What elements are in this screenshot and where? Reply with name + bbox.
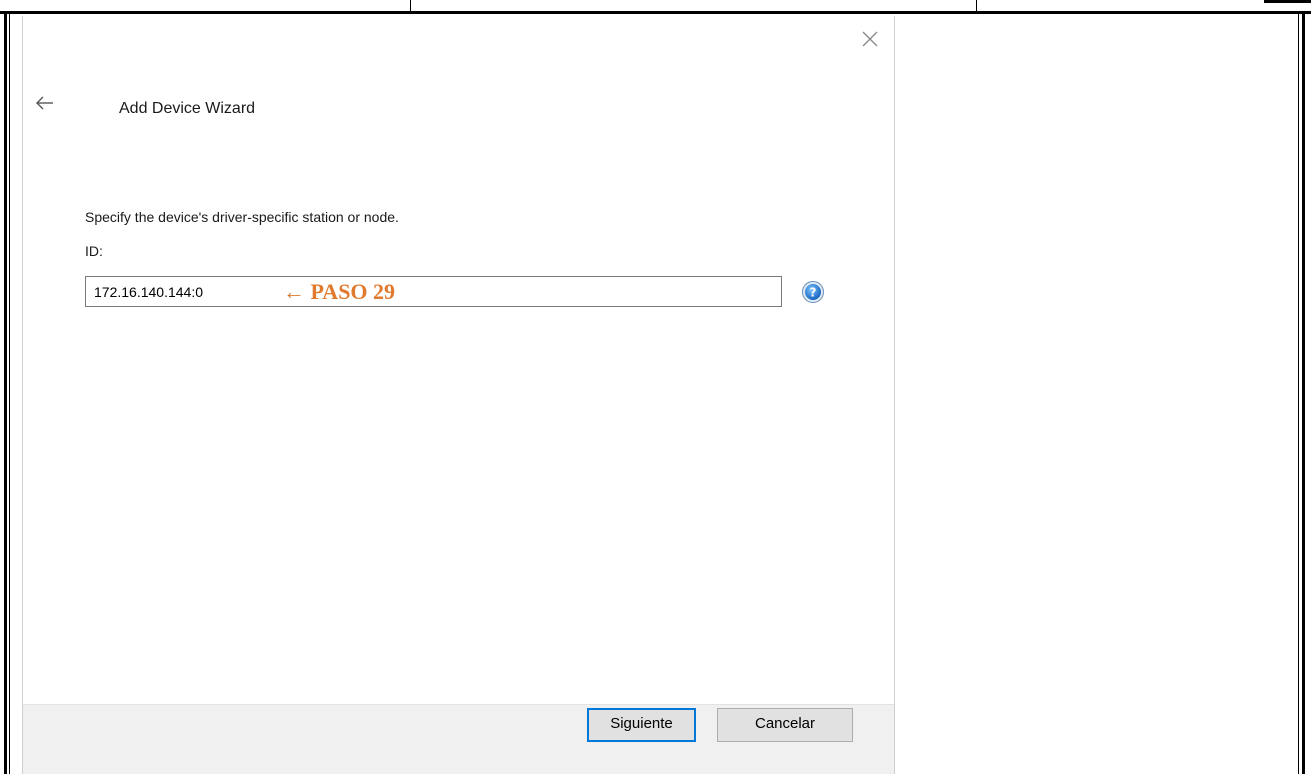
close-icon[interactable] [860,30,880,50]
step-annotation: ← PASO 29 [283,279,396,304]
table-left-inner-border [9,14,10,774]
table-cell-divider [976,0,977,11]
svg-text:?: ? [810,286,817,300]
document-frame: Add Device Wizard Specify the device's d… [0,0,1311,774]
help-glyph: ? [802,281,824,303]
back-arrow-icon[interactable] [35,94,59,114]
back-arrow-glyph [36,96,53,110]
next-button[interactable]: Siguiente [587,708,696,742]
add-device-wizard-dialog: Add Device Wizard Specify the device's d… [22,16,895,774]
close-glyph [862,31,878,47]
table-top-border [0,0,1311,14]
table-cell-divider [410,0,411,11]
id-input[interactable] [85,276,782,307]
table-right-inner-border [1298,14,1299,774]
cancel-button[interactable]: Cancelar [717,708,853,742]
table-right-border [1302,14,1305,774]
id-label: ID: [85,243,103,259]
help-icon[interactable]: ? [801,280,825,304]
dialog-title: Add Device Wizard [119,100,256,117]
table-corner [1264,0,1311,3]
instruction-text: Specify the device's driver-specific sta… [85,209,399,225]
table-left-border [4,14,7,774]
